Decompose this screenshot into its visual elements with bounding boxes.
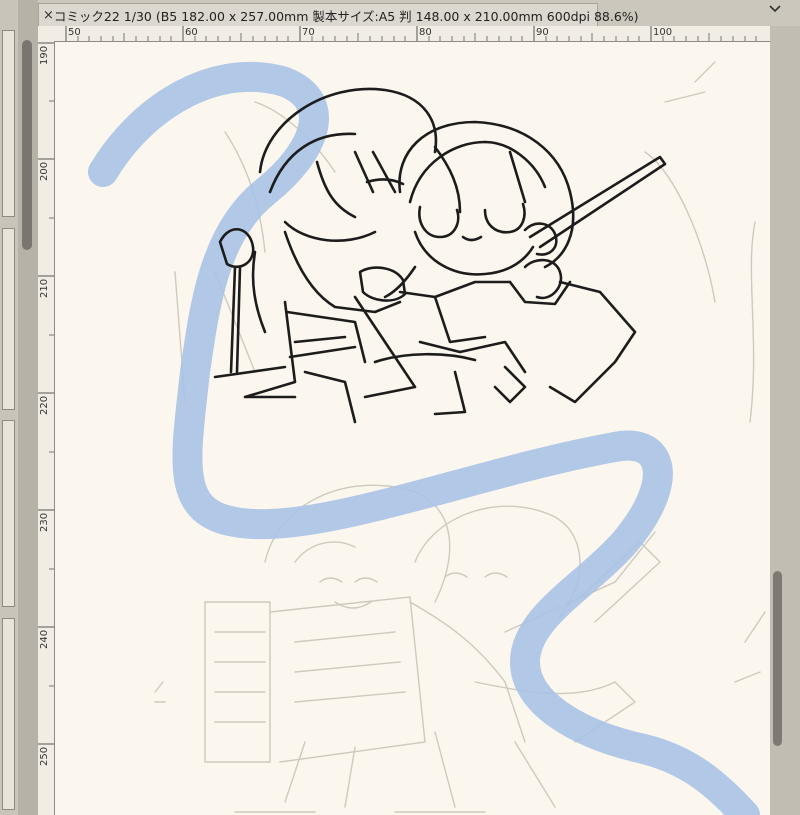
dock-panel[interactable] [2, 30, 15, 217]
ruler-label: 240 [39, 629, 50, 649]
canvas-scrollbar-thumb[interactable] [773, 571, 782, 746]
document-tab[interactable]: × コミック22 1/30 (B5 182.00 x 257.00mm 製本サイ… [38, 3, 639, 26]
dock-panel[interactable] [2, 420, 15, 607]
sketch-layer [154, 61, 766, 813]
vertical-ruler: 190 200 210 220 230 240 250 [38, 41, 55, 815]
horizontal-ruler: 50 60 70 80 90 100 [38, 26, 770, 42]
ruler-label: 50 [68, 27, 81, 38]
lineart-layer [213, 87, 667, 424]
ruler-label: 220 [39, 395, 50, 415]
panel-scrollbar-thumb[interactable] [22, 40, 32, 250]
left-dock-strip [0, 0, 19, 815]
close-icon[interactable]: × [43, 8, 54, 23]
ruler-label: 230 [39, 512, 50, 532]
ruler-label: 80 [419, 27, 432, 38]
ruler-label: 200 [39, 161, 50, 181]
ruler-label: 210 [39, 278, 50, 298]
guide-stroke [88, 61, 760, 815]
ruler-label: 190 [39, 45, 50, 65]
ruler-label: 250 [39, 746, 50, 766]
drawing-canvas[interactable] [55, 42, 770, 815]
document-tab-title: コミック22 1/30 (B5 182.00 x 257.00mm 製本サイズ:… [53, 8, 639, 24]
chevron-down-icon[interactable] [768, 4, 782, 14]
canvas-vertical-scrollbar[interactable] [770, 26, 800, 815]
dock-panel[interactable] [2, 618, 15, 810]
dock-panel[interactable] [2, 228, 15, 410]
ruler-label: 60 [185, 27, 198, 38]
ruler-label: 70 [302, 27, 315, 38]
document-tabbar: × コミック22 1/30 (B5 182.00 x 257.00mm 製本サイ… [38, 0, 800, 27]
ruler-label: 100 [653, 27, 673, 38]
ruler-label: 90 [536, 27, 549, 38]
